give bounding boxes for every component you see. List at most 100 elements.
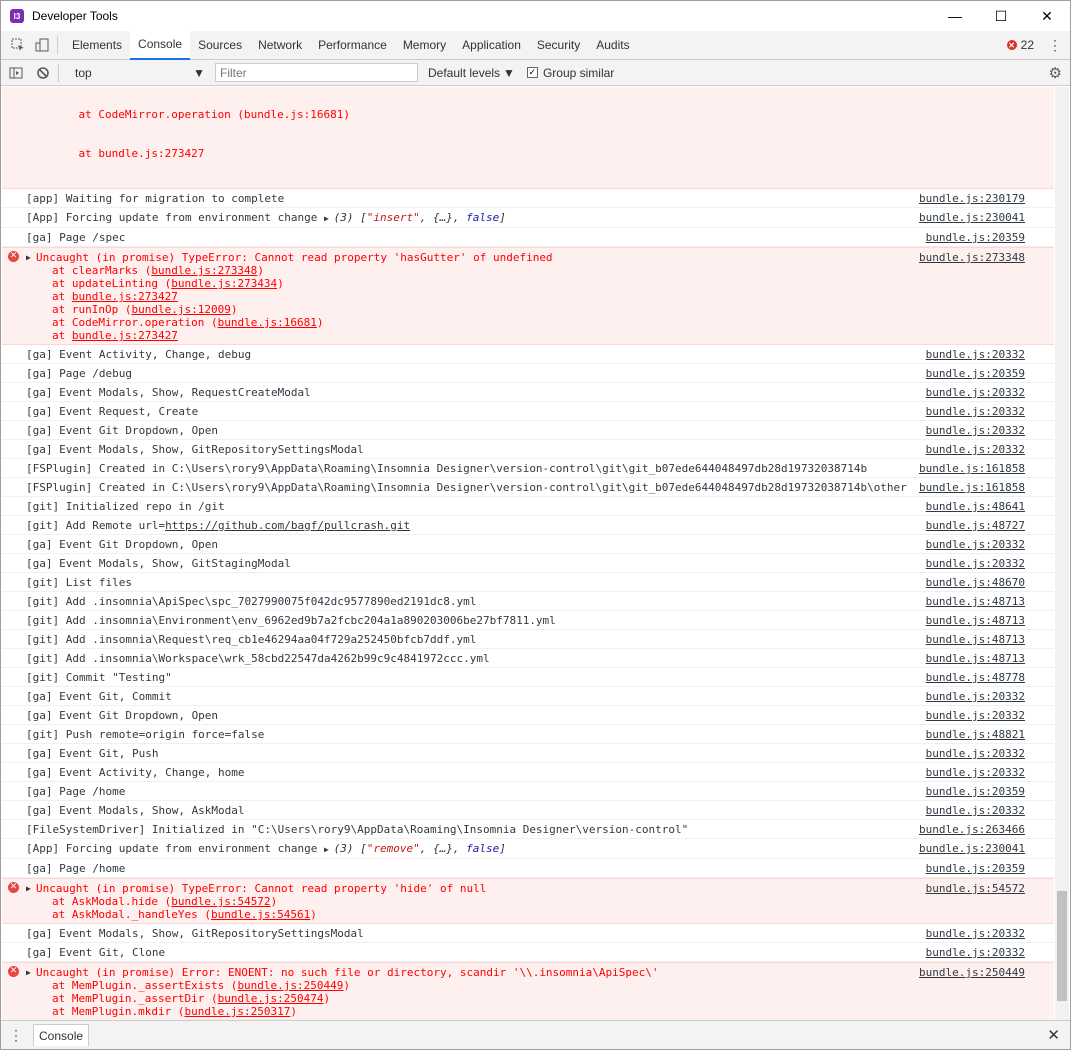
stack-function: at runInOp (	[52, 303, 132, 316]
scrollbar-thumb[interactable]	[1057, 891, 1067, 1001]
inspect-element-icon[interactable]	[9, 36, 27, 54]
source-link[interactable]: bundle.js:48713	[926, 633, 1025, 646]
source-link[interactable]: bundle.js:273348	[919, 251, 1025, 264]
source-link[interactable]: bundle.js:48713	[926, 614, 1025, 627]
console-message: [git] Add .insomnia\Workspace\wrk_58cbd2…	[2, 649, 1054, 668]
expand-triangle-icon[interactable]: ▶	[324, 845, 334, 854]
stack-source-link[interactable]: bundle.js:54561	[211, 908, 310, 921]
stack-source-link[interactable]: bundle.js:250317	[184, 1005, 290, 1018]
source-link[interactable]: bundle.js:48713	[926, 652, 1025, 665]
expand-triangle-icon[interactable]: ▶	[26, 966, 31, 979]
message-text: [ga] Page /spec	[26, 231, 126, 244]
stack-frame: at updateLinting (bundle.js:273434)	[36, 277, 1054, 290]
tab-network[interactable]: Network	[250, 31, 310, 60]
tab-console[interactable]: Console	[130, 30, 191, 60]
source-link[interactable]: bundle.js:48727	[926, 519, 1025, 532]
stack-frame: at runInOp (bundle.js:12009)	[36, 303, 1054, 316]
drawer-menu-icon[interactable]: ⋮	[7, 1027, 25, 1044]
message-url-link[interactable]: https://github.com/bagf/pullcrash.git	[165, 519, 410, 532]
source-link[interactable]: bundle.js:20332	[926, 766, 1025, 779]
source-link[interactable]: bundle.js:20332	[926, 386, 1025, 399]
device-toolbar-icon[interactable]	[33, 36, 51, 54]
minimize-button[interactable]: —	[932, 1, 978, 31]
source-link[interactable]: bundle.js:161858	[919, 481, 1025, 494]
stack-source-link[interactable]: bundle.js:250474	[218, 992, 324, 1005]
source-link[interactable]: bundle.js:54572	[926, 882, 1025, 895]
message-text: [git] Commit "Testing"	[26, 671, 172, 684]
source-link[interactable]: bundle.js:250449	[919, 966, 1025, 979]
source-link[interactable]: bundle.js:20332	[926, 443, 1025, 456]
object-preview-part: ]	[499, 211, 506, 224]
source-link[interactable]: bundle.js:48670	[926, 576, 1025, 589]
message-text: [git] List files	[26, 576, 132, 589]
stack-source-link[interactable]: bundle.js:12009	[131, 303, 230, 316]
sidebar-toggle-icon[interactable]	[7, 64, 25, 82]
source-link[interactable]: bundle.js:20332	[926, 690, 1025, 703]
console-scrollbar[interactable]	[1055, 87, 1069, 1020]
message-text: [ga] Event Activity, Change, home	[26, 766, 245, 779]
expand-triangle-icon[interactable]: ▶	[324, 214, 334, 223]
error-counter[interactable]: ✕ 22	[1006, 38, 1034, 52]
clear-console-icon[interactable]	[34, 64, 52, 82]
source-link[interactable]: bundle.js:20332	[926, 348, 1025, 361]
log-levels-dropdown[interactable]: Default levels ▼	[428, 66, 515, 80]
source-link[interactable]: bundle.js:20332	[926, 927, 1025, 940]
source-link[interactable]: bundle.js:20359	[926, 231, 1025, 244]
group-similar-checkbox[interactable]: ✓ Group similar	[526, 66, 614, 80]
tab-performance[interactable]: Performance	[310, 31, 395, 60]
message-text: [ga] Event Modals, Show, GitStagingModal	[26, 557, 291, 570]
stack-source-link[interactable]: bundle.js:273434	[171, 277, 277, 290]
stack-source-link[interactable]: bundle.js:273427	[72, 290, 178, 303]
source-link[interactable]: bundle.js:20359	[926, 785, 1025, 798]
tab-sources[interactable]: Sources	[190, 31, 250, 60]
source-link[interactable]: bundle.js:20332	[926, 804, 1025, 817]
stack-source-link[interactable]: bundle.js:273348	[151, 264, 257, 277]
message-text: [FileSystemDriver] Initialized in "C:\Us…	[26, 823, 689, 836]
filter-input[interactable]	[215, 63, 418, 82]
console-settings-gear-icon[interactable]: ⚙	[1049, 64, 1062, 82]
source-link[interactable]: bundle.js:48641	[926, 500, 1025, 513]
console-message: [FSPlugin] Created in C:\Users\rory9\App…	[2, 478, 1054, 497]
more-options-icon[interactable]: ⋮	[1046, 37, 1064, 54]
source-link[interactable]: bundle.js:161858	[919, 462, 1025, 475]
source-link[interactable]: bundle.js:20332	[926, 946, 1025, 959]
object-preview-part: (3) [	[333, 211, 367, 224]
error-icon: ✕	[1006, 40, 1017, 50]
stack-function: at	[52, 290, 72, 303]
message-text: [ga] Page /debug	[26, 367, 132, 380]
source-link[interactable]: bundle.js:48778	[926, 671, 1025, 684]
source-link[interactable]: bundle.js:20332	[926, 557, 1025, 570]
context-selector[interactable]: top ▼	[71, 63, 209, 83]
source-link[interactable]: bundle.js:20332	[926, 747, 1025, 760]
expand-triangle-icon[interactable]: ▶	[26, 251, 31, 264]
source-link[interactable]: bundle.js:48713	[926, 595, 1025, 608]
close-window-button[interactable]: ✕	[1024, 1, 1070, 31]
drawer-tab-console[interactable]: Console	[33, 1024, 90, 1046]
tab-audits[interactable]: Audits	[588, 31, 637, 60]
source-link[interactable]: bundle.js:20332	[926, 709, 1025, 722]
source-link[interactable]: bundle.js:230041	[919, 842, 1025, 855]
source-link[interactable]: bundle.js:230179	[919, 192, 1025, 205]
stack-source-link[interactable]: bundle.js:54572	[171, 895, 270, 908]
source-link[interactable]: bundle.js:20359	[926, 367, 1025, 380]
source-link[interactable]: bundle.js:263466	[919, 823, 1025, 836]
source-link[interactable]: bundle.js:20359	[926, 862, 1025, 875]
stack-source-link[interactable]: bundle.js:250449	[237, 979, 343, 992]
stack-source-link[interactable]: bundle.js:16681	[218, 316, 317, 329]
expand-triangle-icon[interactable]: ▶	[26, 882, 31, 895]
tab-memory[interactable]: Memory	[395, 31, 454, 60]
maximize-button[interactable]: ☐	[978, 1, 1024, 31]
close-drawer-icon[interactable]: ✕	[1047, 1026, 1060, 1044]
stack-source-link[interactable]: bundle.js:273427	[72, 329, 178, 342]
source-link[interactable]: bundle.js:230041	[919, 211, 1025, 224]
error-message-partial: at CodeMirror.operation (bundle.js:16681…	[2, 87, 1054, 189]
source-link[interactable]: bundle.js:48821	[926, 728, 1025, 741]
tab-elements[interactable]: Elements	[64, 31, 130, 60]
message-text: [ga] Page /home	[26, 785, 126, 798]
tab-application[interactable]: Application	[454, 31, 529, 60]
console-message: [ga] Event Modals, Show, AskModal bundle.…	[2, 801, 1054, 820]
source-link[interactable]: bundle.js:20332	[926, 424, 1025, 437]
source-link[interactable]: bundle.js:20332	[926, 538, 1025, 551]
tab-security[interactable]: Security	[529, 31, 588, 60]
source-link[interactable]: bundle.js:20332	[926, 405, 1025, 418]
